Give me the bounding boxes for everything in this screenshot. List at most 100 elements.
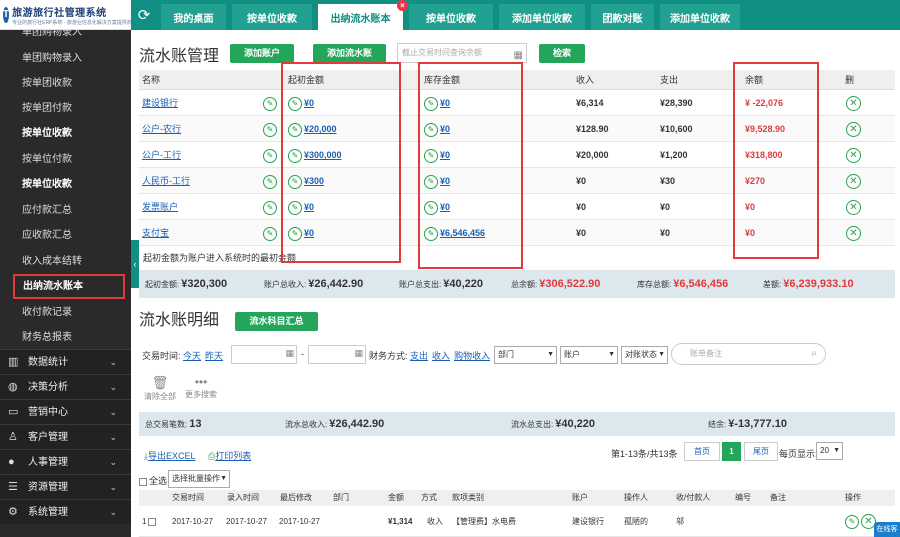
search-icon[interactable]: ⌕ [811,344,817,364]
bill-note-input[interactable]: 账单备注 ⌕ [671,343,826,365]
name-value[interactable]: 人民币-工行 [142,176,190,186]
sidebar-group-statistics[interactable]: ▥ 数据统计 ⌄ [0,349,131,374]
tab-unit-receipt[interactable]: 按单位收款 [232,4,312,30]
calendar-icon[interactable]: ▦ [354,348,363,359]
department-select[interactable]: 部门 ▼ [494,346,557,364]
end-date-input[interactable]: ▦ [308,345,366,364]
sidebar-item-cost-carryover[interactable]: 收入成本结转 [0,249,131,274]
tab-reconcile[interactable]: 团款对账 [591,4,654,30]
name-value[interactable]: 公户-工行 [142,150,181,160]
delete-icon[interactable]: ✕ [846,148,861,164]
name-value[interactable]: 建设银行 [142,98,178,108]
edit-icon[interactable]: ✎ [263,200,277,215]
online-service-button[interactable]: 在线客服 [874,522,900,537]
current-page-button[interactable]: 1 [722,442,741,461]
reconcile-status-select[interactable]: 对账状态 ▼ [621,346,668,364]
globe-icon: ◍ [8,381,18,393]
delete-icon[interactable]: ✕ [846,174,861,190]
account-select[interactable]: 账户 ▼ [560,346,618,364]
highlight-balance-column [733,62,819,259]
search-button[interactable]: 检索 [539,44,585,63]
tab-add-unit-receipt-2[interactable]: 添加单位收款 [660,4,740,30]
delete-icon[interactable]: ✕ [846,200,861,216]
edit-icon[interactable]: ✎ [263,122,277,137]
sidebar-item-unit-receipt-2[interactable]: 按单位收款 [0,172,131,197]
delete-icon[interactable]: ✕ [846,96,861,112]
filter-shopping-income[interactable]: 购物收入 [454,351,490,361]
balance-date-input[interactable]: 截止交易时间查询余额 ▦ [397,43,527,63]
sidebar-item-payment-records[interactable]: 收付款记录 [0,300,131,325]
sidebar-group-system[interactable]: ⚙ 系统管理 ⌄ [0,499,131,524]
export-excel-link[interactable]: ⤓导出EXCEL [144,449,200,462]
first-page-button[interactable]: 首页 [684,442,720,461]
sidebar-item-unit-receipt[interactable]: 按单位收款 [0,121,131,146]
total-balance: 结余: ¥-13,777.10 [708,418,787,430]
tab-unit-receipt-2[interactable]: 按单位收款 [409,4,493,30]
edit-icon[interactable]: ✎ [263,96,277,111]
add-account-button[interactable]: 添加账户 [230,44,294,63]
sidebar-group-resources[interactable]: ☰ 资源管理 ⌄ [0,474,131,499]
summary-diff: 差额: ¥6,239,933.10 [763,278,854,290]
calendar-icon[interactable]: ▦ [285,348,294,359]
col-income: 收入 [576,75,595,85]
sidebar-item-receivable-summary[interactable]: 应收款汇总 [0,223,131,248]
add-flow-button[interactable]: 添加流水账 [313,44,386,63]
app-root: T 旅游旅行社管理系统 专业的旅行社ERP系统 · 旅游业信息化解决方案提供商 … [0,0,900,537]
row-checkbox[interactable] [148,517,157,526]
edit-icon[interactable]: ✎ [845,514,859,529]
tab-desktop[interactable]: 我的桌面 [161,4,226,30]
sidebar-item-payable-summary[interactable]: 应付款汇总 [0,198,131,223]
name-value[interactable]: 支付宝 [142,228,169,238]
filter-yesterday[interactable]: 昨天 [205,351,223,361]
start-date-input[interactable]: ▦ [231,345,297,364]
sidebar-group-decision[interactable]: ◍ 决策分析 ⌄ [0,374,131,399]
chevron-down-icon: ⌄ [109,457,117,467]
sidebar-collapse-handle[interactable]: ‹ [131,240,139,288]
name-value[interactable]: 发票账户 [142,202,178,212]
sidebar-item-cashier-ledger[interactable]: 出纳流水账本 [13,274,125,299]
cell-method: 收入 [427,517,443,526]
edit-icon[interactable]: ✎ [263,226,277,241]
sidebar-group-customer[interactable]: ♙ 客户管理 ⌄ [0,424,131,449]
expense-value: ¥10,600 [660,124,693,134]
sidebar-item-group-payment[interactable]: 按单团付款 [0,96,131,121]
income-value: ¥0 [576,176,587,186]
close-tab-icon[interactable]: × [397,0,408,11]
expense-value: ¥30 [660,176,676,186]
subject-summary-button[interactable]: 流水科目汇总 [235,312,318,331]
name-value[interactable]: 公户-农行 [142,124,181,134]
cell-expense: ¥10,600 [660,116,693,142]
refresh-icon[interactable]: ⟳ [131,0,157,30]
chevron-down-icon: ⌄ [109,382,117,392]
filter-expense[interactable]: 支出 [410,351,428,361]
batch-action-select[interactable]: 选择批量操作 ▼ [168,470,230,488]
select-all[interactable]: 全选 [139,474,167,487]
filter-income[interactable]: 收入 [432,351,450,361]
checkbox[interactable] [139,477,147,486]
cell-name: 公户-工行 [142,142,181,168]
expense-value: ¥1,200 [660,150,688,160]
tab-add-unit-receipt[interactable]: 添加单位收款 [499,4,585,30]
more-search-tool[interactable]: ••• 更多搜索 [182,375,220,400]
clear-all-tool[interactable]: 🗑 清除全部 [143,375,177,402]
filter-today[interactable]: 今天 [183,351,201,361]
edit-icon[interactable]: ✎ [263,148,277,163]
sidebar-item-finance-report[interactable]: 财务总报表 [0,325,131,350]
print-list-link[interactable]: ⎙打印列表 [208,449,255,462]
per-page-select[interactable]: 20 ▼ [816,442,843,460]
sidebar-item-group-receipt[interactable]: 按单团收款 [0,71,131,96]
chevron-down-icon: ⌄ [109,432,117,442]
sidebar-group-hr[interactable]: ● 人事管理 ⌄ [0,449,131,474]
sidebar-group-marketing[interactable]: ▭ 营销中心 ⌄ [0,399,131,424]
sidebar-item-group-shopping[interactable]: 单团购物录入 [0,46,131,71]
tab-cashier-ledger[interactable]: 出纳流水账本 × [318,0,408,30]
sidebar-item-partial[interactable]: 单团购物录入 [0,30,131,45]
cell-modified: 2017-10-27 [279,517,320,526]
cell-amount: ¥1,314 [388,517,413,526]
last-page-button[interactable]: 尾页 [744,442,778,461]
delete-icon[interactable]: ✕ [846,122,861,138]
sidebar-item-unit-payment[interactable]: 按单位付款 [0,147,131,172]
edit-icon[interactable]: ✎ [263,174,277,189]
caret-down-icon: ▼ [658,351,665,358]
delete-icon[interactable]: ✕ [846,226,861,242]
